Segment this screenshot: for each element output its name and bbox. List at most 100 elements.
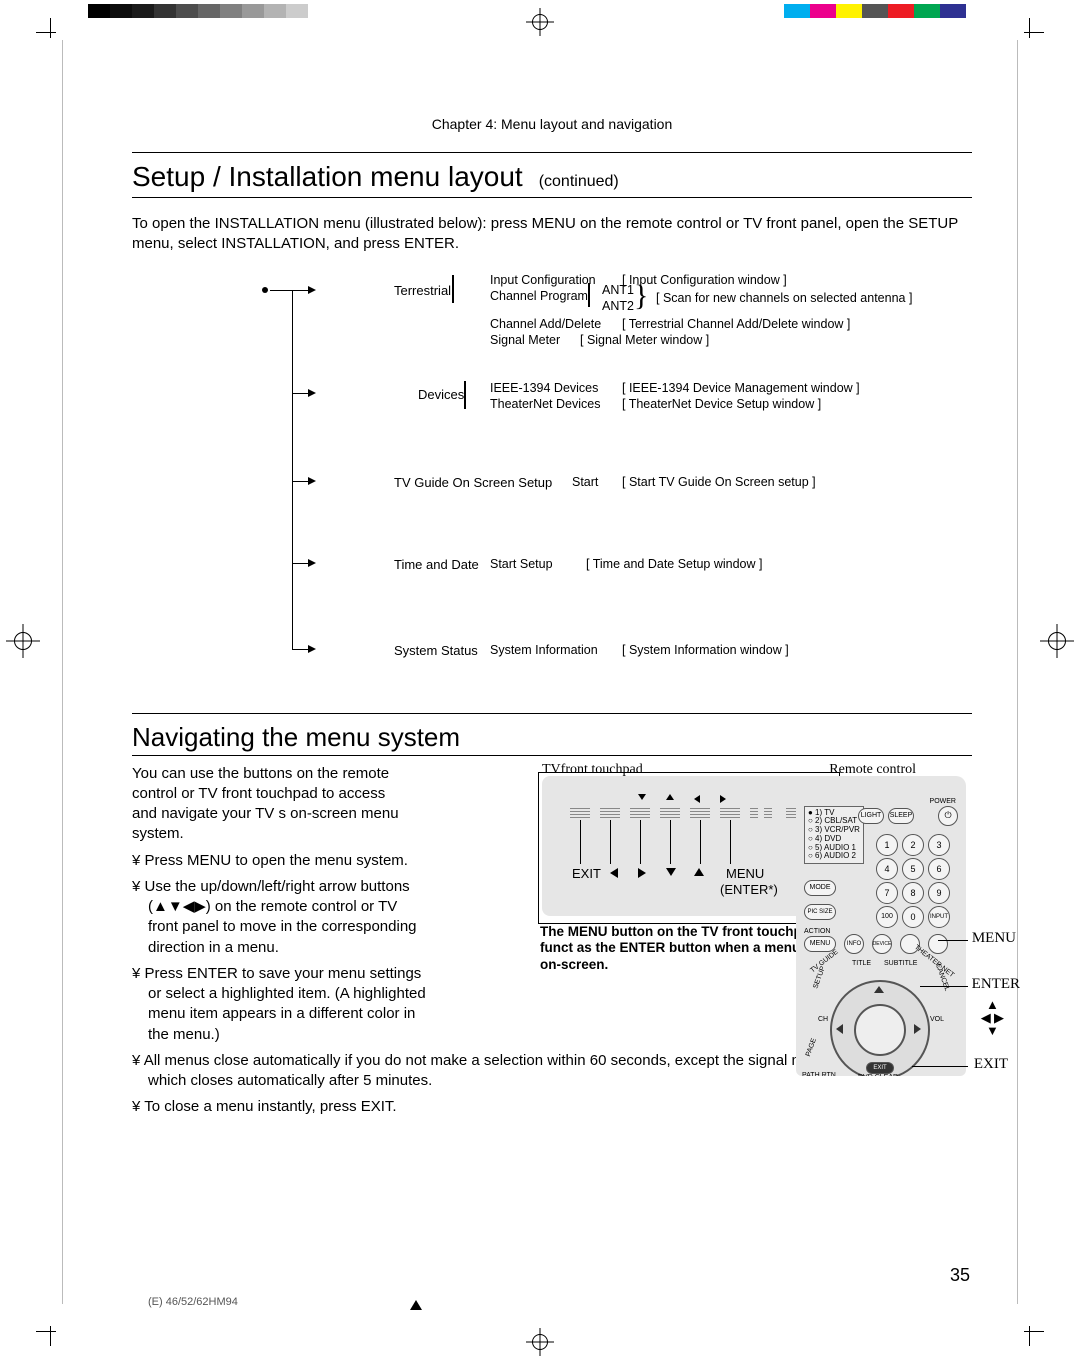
- tree-line: [292, 649, 308, 650]
- tree-label: System Information: [490, 643, 598, 657]
- tree-label: TV Guide On Screen Setup: [394, 475, 552, 490]
- remote-menu-button[interactable]: MENU: [804, 936, 836, 952]
- remote-100-button[interactable]: 100: [876, 906, 898, 928]
- section-heading: Navigating the menu system: [132, 722, 972, 753]
- tree-label: ANT2: [602, 299, 634, 313]
- remote-digit-6[interactable]: 6: [928, 858, 950, 880]
- remote-input-button[interactable]: INPUT: [928, 906, 950, 928]
- tree-root-dot: [262, 287, 268, 293]
- triangle-left-icon: [610, 868, 618, 878]
- rule: [132, 197, 972, 198]
- remote-dvdclear-label: DVD CLEAR: [858, 1074, 898, 1076]
- touchpad-enter-label: (ENTER*): [720, 882, 778, 897]
- triangle-right-icon: [720, 795, 726, 803]
- leader-line: [920, 986, 968, 987]
- remote-device-button[interactable]: DEVICE: [872, 934, 892, 954]
- remote-power-button[interactable]: ⏻: [938, 806, 958, 826]
- bracket-line: [588, 283, 590, 307]
- triangle-left-icon: [836, 1024, 843, 1034]
- rule: [132, 755, 972, 756]
- remote-enter-button[interactable]: [854, 1004, 906, 1056]
- remote-digit-0[interactable]: 0: [902, 906, 924, 928]
- registration-target-icon: [526, 8, 554, 36]
- remote-ch-label: CH: [818, 1016, 828, 1023]
- tree-label: [ Start TV Guide On Screen setup ]: [622, 475, 816, 489]
- remote-sleep-button[interactable]: SLEEP: [888, 808, 914, 824]
- remote-info-button[interactable]: INFO: [844, 934, 864, 954]
- leader-line: [938, 940, 968, 941]
- touchpad-exit-label: EXIT: [572, 866, 601, 881]
- tree-line: [292, 393, 308, 394]
- rule: [132, 152, 972, 153]
- trim-line: [1017, 40, 1018, 1304]
- arrow-glyphs: ▲▼◀▶: [153, 898, 206, 915]
- remote-light-button[interactable]: LIGHT: [858, 808, 884, 824]
- remote-callout-menu: MENU: [972, 930, 1016, 947]
- tree-line: [292, 481, 308, 482]
- nav-section: You can use the buttons on the remote co…: [132, 764, 972, 1084]
- crop-mark: [1018, 18, 1044, 44]
- content-area: Chapter 4: Menu layout and navigation Se…: [132, 116, 972, 1084]
- registration-target-icon: [6, 624, 40, 658]
- bullet: Press MENU to open the menu system.: [148, 851, 408, 871]
- remote-callout-arrows: ▲ ◀ ▶ ▼: [981, 998, 1004, 1037]
- remote-digit-8[interactable]: 8: [902, 882, 924, 904]
- triangle-right-icon: [914, 1024, 921, 1034]
- remote-picsize-button[interactable]: PIC SIZE: [804, 904, 836, 920]
- page-subtitle: (continued): [539, 173, 619, 191]
- remote-action-label: ACTION: [804, 928, 830, 935]
- nav-intro: You can use the buttons on the remote co…: [132, 764, 412, 845]
- tree-line: [292, 290, 293, 650]
- remote-digit-2[interactable]: 2: [902, 834, 924, 856]
- triangle-up-icon: [874, 986, 884, 993]
- remote-page-label: PAGE: [805, 1037, 818, 1057]
- remote-digit-7[interactable]: 7: [876, 882, 898, 904]
- crop-mark: [36, 1320, 62, 1346]
- registration-target-icon: [526, 1328, 554, 1356]
- triangle-down-icon: [638, 794, 646, 800]
- remote-digit-3[interactable]: 3: [928, 834, 950, 856]
- remote-illustration: ● 1) TV ○ 2) CBL/SAT ○ 3) VCR/PVR ○ 4) D…: [796, 776, 966, 1076]
- remote-source-list: ● 1) TV ○ 2) CBL/SAT ○ 3) VCR/PVR ○ 4) D…: [804, 806, 864, 865]
- tree-label: Channel Program: [490, 289, 588, 303]
- bullet: Press ENTER to save your menu settings o…: [148, 964, 428, 1045]
- remote-digit-9[interactable]: 9: [928, 882, 950, 904]
- leader-line: [912, 1066, 968, 1067]
- remote-vol-label: VOL: [930, 1016, 944, 1023]
- touchpad-menu-label: MENU: [726, 866, 764, 881]
- remote-circle-button[interactable]: [928, 934, 948, 954]
- registration-target-icon: [1040, 624, 1074, 658]
- bullet: To close a menu instantly, press EXIT.: [148, 1097, 888, 1117]
- color-bar: [784, 4, 992, 18]
- triangle-up-icon: [694, 868, 704, 876]
- remote-digit-1[interactable]: 1: [876, 834, 898, 856]
- remote-title-label: TITLE: [852, 960, 871, 967]
- page-title: Setup / Installation menu layout: [132, 161, 523, 193]
- tree-label: [ Scan for new channels on selected ante…: [656, 291, 912, 305]
- remote-exit-button[interactable]: EXIT: [866, 1062, 894, 1074]
- triangle-up-icon: [410, 1300, 422, 1310]
- menu-tree-diagram: Terrestrial Input Configuration [ Input …: [132, 273, 972, 693]
- tree-label: Signal Meter: [490, 333, 560, 347]
- tree-label: Start Setup: [490, 557, 553, 571]
- tree-line: [270, 290, 308, 291]
- bracket-line: [452, 275, 454, 303]
- page: Chapter 4: Menu layout and navigation Se…: [0, 0, 1080, 1364]
- remote-subtitle-label: SUBTITLE: [884, 960, 917, 967]
- remote-digit-5[interactable]: 5: [902, 858, 924, 880]
- tree-label: Terrestrial: [394, 283, 451, 298]
- bullet: Use the up/down/left/right arrow buttons…: [148, 877, 428, 958]
- grayscale-bar: [88, 4, 330, 18]
- triangle-up-icon: [666, 794, 674, 800]
- remote-digit-4[interactable]: 4: [876, 858, 898, 880]
- remote-mode-button[interactable]: MODE: [804, 880, 836, 896]
- remote-power-label: POWER: [930, 798, 956, 805]
- tree-label: Devices: [418, 387, 464, 402]
- tree-label: TheaterNet Devices: [490, 397, 600, 411]
- tree-line: [292, 563, 308, 564]
- tree-label: [ IEEE-1394 Device Management window ]: [622, 381, 860, 395]
- arrow-right-icon: [308, 477, 316, 485]
- tree-label: ANT1: [602, 283, 634, 297]
- triangle-left-icon: [694, 795, 700, 803]
- crop-mark: [36, 18, 62, 44]
